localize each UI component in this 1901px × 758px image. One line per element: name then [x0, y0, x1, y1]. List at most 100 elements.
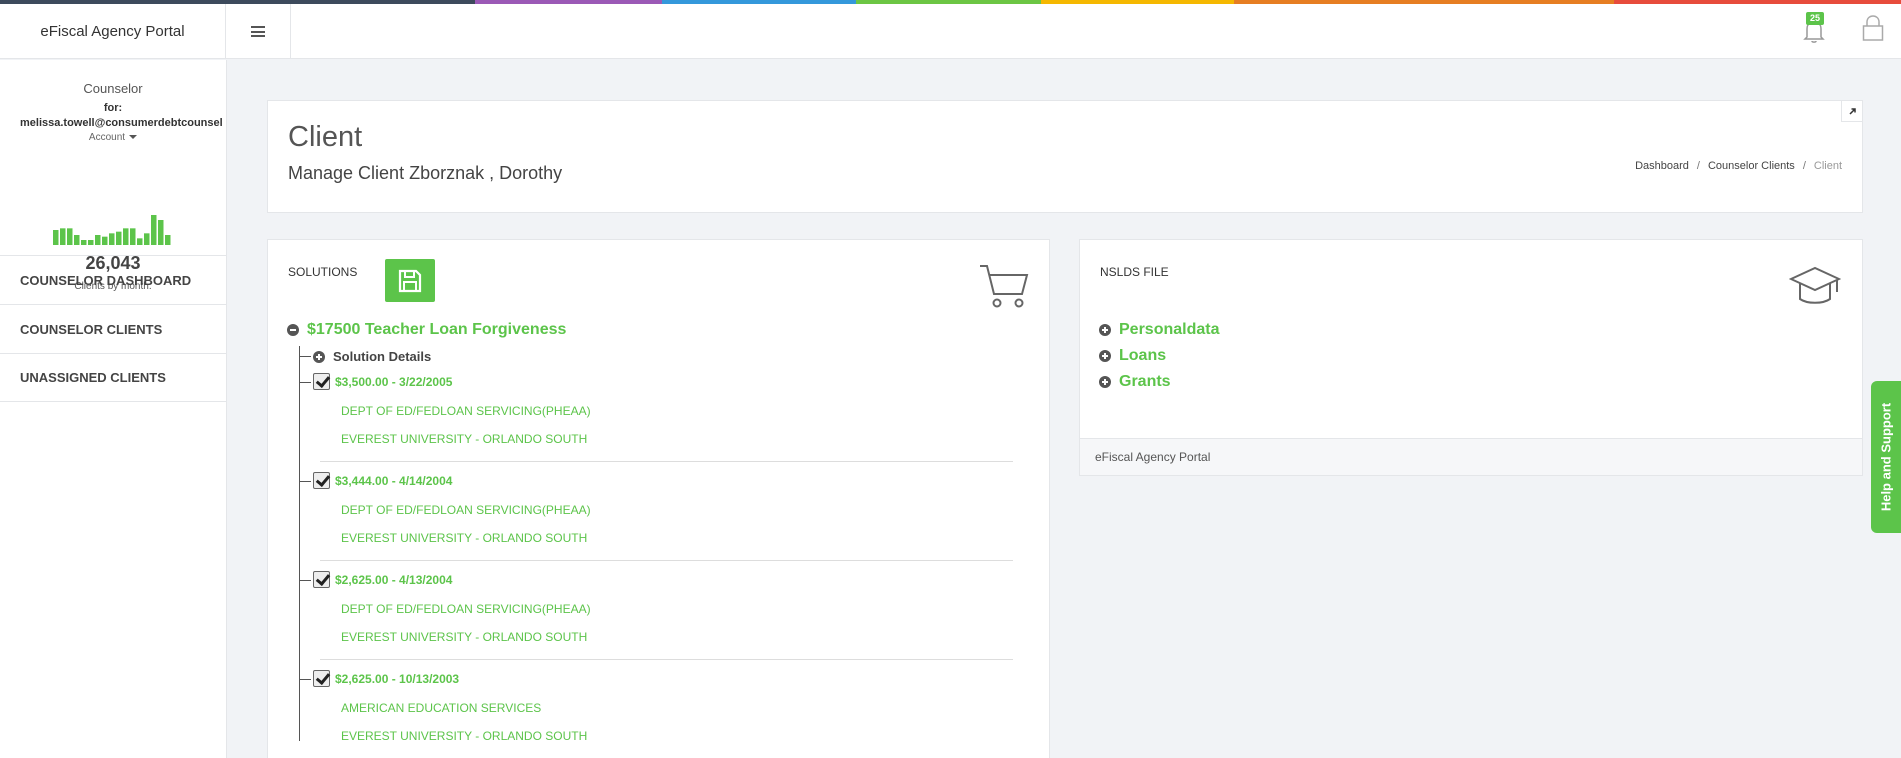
for-label: for:: [103, 102, 123, 114]
nslds-item-grants[interactable]: Grants: [1099, 373, 1171, 391]
sparkline-bar: [158, 220, 164, 245]
loan-amount[interactable]: $2,625.00 - 4/13/2004: [335, 573, 452, 587]
account-dropdown[interactable]: Account: [0, 132, 226, 143]
help-and-support-tab[interactable]: Help and Support: [1871, 381, 1901, 533]
loan-school: EVEREST UNIVERSITY - ORLANDO SOUTH: [341, 729, 588, 743]
sparkline-bar: [151, 215, 157, 245]
top-header: eFiscal Agency Portal: [0, 4, 1901, 59]
page-title: Client: [288, 121, 363, 153]
loan-checkbox[interactable]: [313, 472, 330, 489]
expand-plus-icon[interactable]: [1099, 350, 1111, 362]
page-subtitle: Manage Client Zborznak , Dorothy: [288, 163, 563, 183]
nslds-file-panel: NSLDS FILE Personaldata Loans Grants eFi…: [1079, 239, 1863, 476]
solutions-label: SOLUTIONS: [288, 265, 358, 279]
nslds-item-personaldata[interactable]: Personaldata: [1099, 321, 1219, 339]
loan-amount[interactable]: $3,444.00 - 4/14/2004: [335, 474, 452, 488]
expand-plus-icon[interactable]: [1099, 376, 1111, 388]
loan-checkbox[interactable]: [313, 670, 330, 687]
breadcrumb-current: Client: [1813, 160, 1842, 172]
tree-branch: [299, 356, 311, 357]
save-button[interactable]: [385, 259, 435, 302]
solution-details-row[interactable]: Solution Details: [313, 349, 431, 364]
sparkline-bar: [95, 235, 101, 245]
expand-plus-icon[interactable]: [1099, 324, 1111, 336]
sidebar-item-counselor-clients[interactable]: COUNSELOR CLIENTS: [0, 304, 226, 353]
sparkline-bar: [53, 230, 59, 245]
sidebar: Counselor for: melissa.towell@consumerde…: [0, 60, 227, 758]
tree-branch: [299, 679, 311, 680]
loan-amount[interactable]: $3,500.00 - 3/22/2005: [335, 375, 452, 389]
sparkline-bar: [165, 235, 171, 245]
tree-branch: [299, 580, 311, 581]
nslds-item-label[interactable]: Grants: [1119, 373, 1171, 391]
tree-branch: [299, 382, 311, 383]
solution-details-label: Solution Details: [333, 349, 432, 364]
nslds-item-label[interactable]: Loans: [1119, 347, 1166, 365]
notification-count-badge[interactable]: 25: [1806, 12, 1825, 25]
nslds-footer: eFiscal Agency Portal: [1080, 438, 1862, 475]
solution-title-row[interactable]: $17500 Teacher Loan Forgiveness: [287, 321, 566, 339]
sparkline-bar: [123, 228, 129, 245]
loan-divider: [320, 461, 1013, 462]
nslds-label: NSLDS FILE: [1100, 265, 1169, 279]
app-title[interactable]: eFiscal Agency Portal: [0, 4, 226, 59]
loan-school: EVEREST UNIVERSITY - ORLANDO SOUTH: [341, 531, 588, 545]
sparkline-bar: [60, 228, 66, 245]
page-header-panel: Client Manage Client Zborznak , Dorothy …: [267, 100, 1863, 213]
sparkline-bar: [109, 233, 115, 245]
floppy-disk-icon: [398, 269, 422, 292]
breadcrumb: Dashboard / Counselor Clients / Client: [1635, 160, 1842, 172]
breadcrumb-separator: /: [1696, 160, 1700, 172]
caret-down-icon: [129, 135, 138, 140]
hamburger-icon: [251, 26, 265, 37]
loan-checkbox[interactable]: [313, 373, 330, 390]
loan-item: $3,500.00 - 3/22/2005 DEPT OF ED/FEDLOAN…: [313, 373, 1013, 446]
shopping-cart-icon: [980, 265, 1029, 308]
sparkline-bar: [74, 235, 80, 245]
solution-title[interactable]: $17500 Teacher Loan Forgiveness: [307, 321, 566, 339]
loan-divider: [320, 659, 1013, 660]
loan-school: EVEREST UNIVERSITY - ORLANDO SOUTH: [341, 630, 588, 644]
nslds-item-label[interactable]: Personaldata: [1119, 321, 1219, 339]
breadcrumb-counselor-clients[interactable]: Counselor Clients: [1708, 160, 1795, 172]
collapse-icon[interactable]: [287, 324, 299, 336]
loan-servicer: DEPT OF ED/FEDLOAN SERVICING(PHEAA): [341, 503, 591, 517]
user-email: melissa.towell@consumerdebtcounsel: [20, 117, 223, 129]
sparkline-bar: [144, 233, 150, 245]
graduation-cap-icon: [1789, 266, 1841, 304]
breadcrumb-separator: /: [1802, 160, 1806, 172]
sparkline-bar: [67, 228, 73, 245]
sparkline-bar: [130, 228, 136, 245]
sparkline-bar: [102, 236, 108, 245]
loan-servicer: DEPT OF ED/FEDLOAN SERVICING(PHEAA): [341, 602, 591, 616]
sidebar-item-unassigned-clients[interactable]: UNASSIGNED CLIENTS: [0, 353, 226, 402]
loan-item: $2,625.00 - 4/13/2004 DEPT OF ED/FEDLOAN…: [313, 571, 1013, 644]
loan-divider: [320, 560, 1013, 561]
lock-icon[interactable]: [1862, 15, 1884, 41]
user-role: Counselor: [83, 81, 143, 96]
loan-servicer: DEPT OF ED/FEDLOAN SERVICING(PHEAA): [341, 404, 591, 418]
expand-plus-icon[interactable]: [313, 350, 325, 363]
account-label: Account: [88, 132, 126, 143]
sparkline-bar: [81, 240, 87, 245]
sidebar-item-counselor-dashboard[interactable]: COUNSELOR DASHBOARD: [0, 255, 226, 304]
loan-school: EVEREST UNIVERSITY - ORLANDO SOUTH: [341, 432, 588, 446]
loan-amount[interactable]: $2,625.00 - 10/13/2003: [335, 672, 459, 686]
sidebar-nav: COUNSELOR DASHBOARD COUNSELOR CLIENTS UN…: [0, 255, 226, 402]
loan-item: $3,444.00 - 4/14/2004 DEPT OF ED/FEDLOAN…: [313, 472, 1013, 545]
sparkline-bar: [116, 231, 122, 245]
loan-checkbox[interactable]: [313, 571, 330, 588]
sparkline-bar: [137, 238, 143, 245]
nslds-item-loans[interactable]: Loans: [1099, 347, 1166, 365]
loan-item: $2,625.00 - 10/13/2003 AMERICAN EDUCATIO…: [313, 670, 1013, 743]
sparkline-bar: [88, 240, 94, 245]
solutions-panel: SOLUTIONS $17500 Teacher Loan Forgivenes…: [267, 239, 1050, 758]
tree-line: [299, 346, 300, 741]
loan-servicer: AMERICAN EDUCATION SERVICES: [341, 701, 542, 715]
menu-toggle-button[interactable]: [226, 4, 291, 59]
help-and-support-label: Help and Support: [1878, 402, 1894, 512]
breadcrumb-dashboard[interactable]: Dashboard: [1635, 160, 1689, 172]
expand-icon[interactable]: [1841, 101, 1862, 122]
tree-branch: [299, 481, 311, 482]
clients-sparkline: [53, 215, 171, 245]
